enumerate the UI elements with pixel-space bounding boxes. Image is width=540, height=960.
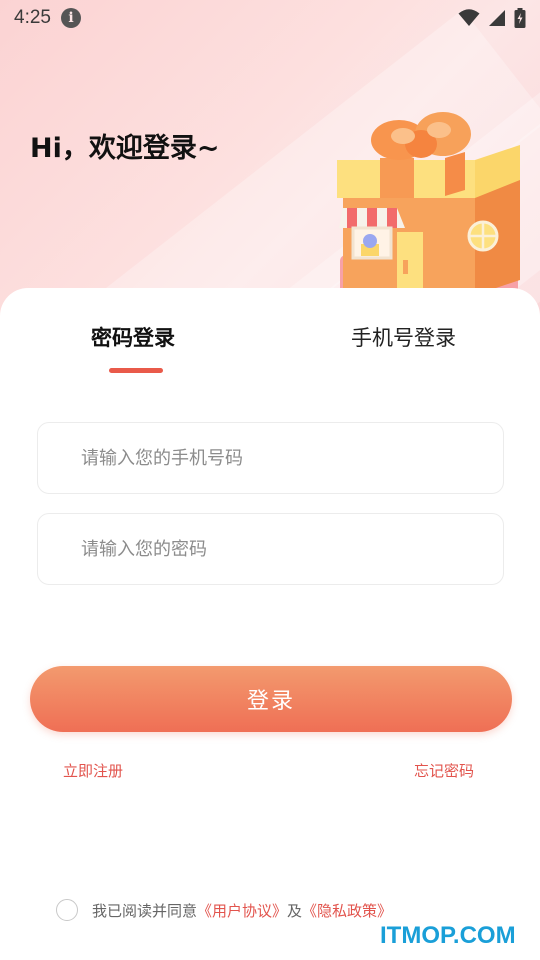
agreement-checkbox[interactable] bbox=[56, 899, 78, 921]
agreement-prefix: 我已阅读并同意 bbox=[92, 901, 198, 920]
status-time: 4:25 bbox=[14, 7, 51, 28]
phone-input[interactable] bbox=[38, 423, 503, 493]
greeting-title: Hi，欢迎登录~ bbox=[30, 133, 220, 164]
signal-icon bbox=[489, 10, 505, 26]
status-bar: 4:25 i bbox=[0, 0, 540, 36]
agreement-row: 我已阅读并同意 《用户协议》 及 《隐私政策》 bbox=[56, 899, 392, 921]
login-card bbox=[0, 288, 540, 960]
register-link[interactable]: 立即注册 bbox=[63, 760, 123, 781]
password-input[interactable] bbox=[38, 514, 503, 584]
tab-password-login[interactable]: 密码登录 bbox=[91, 322, 175, 352]
wifi-icon bbox=[458, 9, 480, 26]
gift-shop-illustration bbox=[337, 112, 520, 295]
password-field[interactable] bbox=[37, 513, 504, 585]
status-icons bbox=[458, 8, 526, 28]
privacy-policy-link[interactable]: 《隐私政策》 bbox=[302, 900, 392, 921]
info-icon: i bbox=[60, 8, 81, 28]
login-button[interactable]: 登录 bbox=[30, 666, 512, 732]
agreement-and: 及 bbox=[287, 901, 303, 920]
forgot-password-link[interactable]: 忘记密码 bbox=[414, 760, 474, 781]
battery-charging-icon bbox=[514, 8, 526, 28]
tab-phone-login[interactable]: 手机号登录 bbox=[351, 322, 456, 352]
watermark: ITMOP.COM bbox=[380, 922, 516, 949]
user-agreement-link[interactable]: 《用户协议》 bbox=[197, 900, 287, 921]
phone-field[interactable] bbox=[37, 422, 504, 494]
active-tab-indicator bbox=[109, 368, 163, 373]
